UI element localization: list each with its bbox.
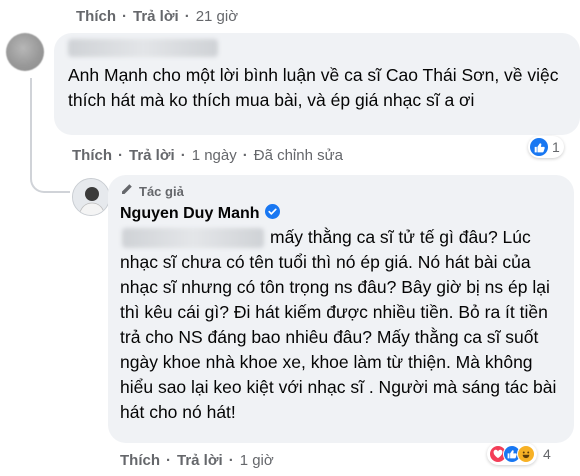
like-icon [530, 138, 548, 156]
blurred-commenter-name [68, 39, 218, 57]
separator-dot: · [242, 147, 248, 164]
timestamp[interactable]: 1 giờ [240, 452, 274, 469]
reply-bubble: Tác giả Nguyen Duy Manh mấy thằng ca sĩ … [108, 175, 574, 443]
separator-dot: · [180, 147, 186, 164]
like-link[interactable]: Thích [120, 452, 160, 469]
separator-dot: · [166, 452, 171, 469]
pen-icon [120, 183, 133, 199]
author-name-row: Nguyen Duy Manh [120, 204, 280, 224]
reply-link[interactable]: Trả lời [129, 147, 175, 164]
separator-dot: · [118, 147, 123, 164]
like-link[interactable]: Thích [72, 147, 112, 164]
verified-badge-icon [264, 204, 280, 224]
avatar[interactable] [6, 33, 44, 71]
comment-thread: Thích · Trả lời · 21 giờ Anh Mạnh cho mộ… [0, 0, 580, 476]
reaction-icon-stack [487, 443, 537, 465]
separator-dot: · [184, 8, 190, 25]
reaction-count: 1 [552, 139, 560, 155]
reply-actions: Thích · Trả lời · 1 giờ [120, 452, 274, 469]
timestamp[interactable]: 21 giờ [196, 8, 238, 25]
author-badge-row: Tác giả [120, 183, 184, 199]
reaction-summary[interactable]: 1 [528, 136, 564, 158]
reply-link[interactable]: Trả lời [177, 452, 223, 469]
haha-icon [517, 445, 535, 463]
author-badge: Tác giả [139, 183, 184, 199]
reply-link[interactable]: Trả lời [133, 8, 179, 25]
separator-dot: · [228, 452, 234, 469]
reaction-count: 4 [543, 446, 551, 462]
edited-label[interactable]: Đã chỉnh sửa [254, 147, 343, 164]
comment-actions: Thích · Trả lời · 1 ngày · Đã chỉnh sửa [72, 147, 343, 164]
author-avatar[interactable] [72, 178, 110, 216]
like-link[interactable]: Thích [76, 8, 116, 25]
separator-dot: · [122, 8, 127, 25]
timestamp[interactable]: 1 ngày [192, 147, 237, 164]
reply-text: mấy thằng ca sĩ tử tế gì đâu? Lúc nhạc s… [120, 227, 557, 422]
reaction-summary[interactable]: 4 [487, 443, 551, 465]
comment-text: Anh Mạnh cho một lời bình luận về ca sĩ … [68, 65, 559, 110]
previous-comment-actions: Thích · Trả lời · 21 giờ [76, 8, 238, 25]
author-name[interactable]: Nguyen Duy Manh [120, 205, 260, 223]
comment-bubble: Anh Mạnh cho một lời bình luận về ca sĩ … [54, 33, 580, 135]
